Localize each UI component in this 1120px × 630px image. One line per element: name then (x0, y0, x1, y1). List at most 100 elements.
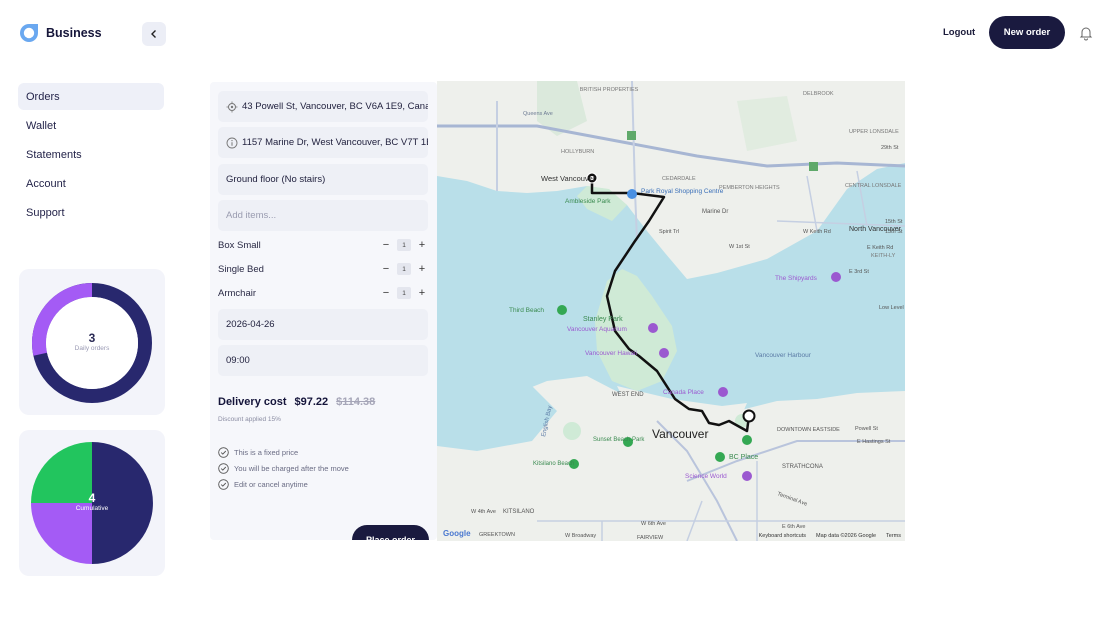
map-label: Powell St (855, 426, 878, 432)
map-canvas[interactable]: BRITISH PROPERTIES Queens Ave HOLLYBURN … (437, 81, 905, 541)
item-name: Box Small (218, 239, 261, 251)
map-label: E 3rd St (849, 269, 869, 275)
map-label: Vancouver (652, 427, 708, 441)
note-row: Edit or cancel anytime (218, 479, 308, 490)
map-label: Science World (685, 473, 727, 480)
increment-button[interactable]: + (416, 263, 428, 275)
note-text: This is a fixed price (234, 448, 299, 457)
sidebar-item-statements[interactable]: Statements (18, 141, 166, 168)
time-field[interactable]: 09:00 (218, 345, 428, 376)
daily-orders-card: 3 Daily orders (19, 269, 165, 415)
map-data-attribution: Map data ©2026 Google (816, 533, 877, 539)
map-label: CENTRAL LONSDALE (845, 183, 902, 189)
decrement-button[interactable]: − (380, 263, 392, 275)
map-label: W Keith Rd (803, 229, 831, 235)
map-label: FAIRVIEW (637, 535, 664, 541)
quantity-value[interactable]: 1 (397, 239, 411, 251)
quantity-stepper: − 1 + (380, 287, 428, 299)
daily-orders-value: 3 (88, 331, 96, 345)
check-circle-icon (218, 479, 229, 490)
pickup-address-value: 43 Powell St, Vancouver, BC V6A 1E9, Can… (242, 101, 428, 112)
item-row: Armchair − 1 + (218, 285, 428, 301)
map-label: KITSILANO (503, 509, 535, 515)
map-label: Stanley Park (583, 316, 623, 323)
map-label: Canada Place (663, 389, 704, 396)
chevron-left-icon (151, 30, 156, 38)
sidebar-nav: Orders Wallet Statements Account Support (18, 83, 166, 228)
increment-button[interactable]: + (416, 239, 428, 251)
brand[interactable]: Business (18, 22, 102, 44)
map-label: 13th St (885, 229, 903, 235)
note-text: You will be charged after the move (234, 464, 349, 473)
map-label: Spirit Trl (659, 229, 679, 235)
decrement-button[interactable]: − (380, 239, 392, 251)
terms-link[interactable]: Terms (886, 533, 901, 539)
map-label: W 6th Ave (641, 521, 666, 527)
map-label: E 6th Ave (782, 524, 805, 530)
map-label: GREEKTOWN (479, 532, 515, 538)
increment-button[interactable]: + (416, 287, 428, 299)
map-label: PEMBERTON HEIGHTS (719, 185, 780, 191)
map-label: E Keith Rd (867, 245, 893, 251)
map-label: 29th St (881, 145, 899, 151)
place-order-button[interactable]: Place order (352, 525, 429, 540)
item-name: Single Bed (218, 263, 264, 275)
google-logo: Google (443, 529, 471, 538)
quantity-value[interactable]: 1 (397, 287, 411, 299)
sidebar-item-orders[interactable]: Orders (18, 83, 164, 110)
map-label: W 4th Ave (471, 509, 496, 515)
dropoff-address-field[interactable]: 1157 Marine Dr, West Vancouver, BC V7T 1… (218, 127, 428, 158)
brand-name: Business (46, 26, 102, 40)
bell-icon[interactable] (1077, 24, 1095, 42)
map-label: UPPER LONSDALE (849, 129, 899, 135)
brand-logo-icon (20, 24, 38, 42)
original-price: $114.38 (336, 396, 376, 408)
quantity-value[interactable]: 1 (397, 263, 411, 275)
collapse-sidebar-button[interactable] (142, 22, 166, 46)
floor-select[interactable]: Ground floor (No stairs) (218, 164, 428, 195)
route-map[interactable]: BRITISH PROPERTIES Queens Ave HOLLYBURN … (437, 81, 905, 541)
new-order-button[interactable]: New order (989, 16, 1065, 49)
check-circle-icon (218, 463, 229, 474)
keyboard-shortcuts-link[interactable]: Keyboard shortcuts (759, 533, 806, 539)
map-label: DELBROOK (803, 91, 834, 97)
map-label: E Hastings St (857, 439, 891, 445)
map-label: Marine Dr (702, 209, 728, 215)
map-label: WEST END (612, 392, 644, 398)
discount-note: Discount applied 15% (218, 416, 281, 423)
sidebar-item-account[interactable]: Account (18, 170, 166, 197)
map-label: Queens Ave (523, 111, 553, 117)
map-label: Vancouver Harbour (755, 352, 812, 359)
cumulative-card: 4 Cumulative (19, 430, 165, 576)
map-label: Vancouver Aquarium (567, 326, 627, 333)
date-field[interactable]: 2026-04-26 (218, 309, 428, 340)
delivery-cost-label: Delivery cost (218, 396, 287, 408)
cumulative-label: Cumulative (75, 505, 109, 512)
location-icon (226, 101, 238, 112)
sidebar-item-wallet[interactable]: Wallet (18, 112, 166, 139)
sidebar-item-support[interactable]: Support (18, 199, 166, 226)
delivery-price: $97.22 (294, 396, 329, 408)
map-label: Vancouver Hawaii (585, 350, 637, 357)
map-label: BRITISH PROPERTIES (580, 87, 639, 93)
map-label: W 1st St (729, 244, 750, 250)
map-label: HOLLYBURN (561, 149, 594, 155)
quantity-stepper: − 1 + (380, 239, 428, 251)
dropoff-address-value: 1157 Marine Dr, West Vancouver, BC V7T 1… (242, 137, 428, 148)
map-label: DOWNTOWN EASTSIDE (777, 427, 840, 433)
map-label: KEITH-LY (871, 253, 896, 259)
map-label: W Broadway (565, 533, 596, 539)
delivery-cost: Delivery cost $97.22 $114.38 (218, 396, 375, 408)
map-label: Sunset Beach Park (593, 437, 645, 443)
decrement-button[interactable]: − (380, 287, 392, 299)
map-label: The Shipyards (775, 275, 818, 282)
add-items-input[interactable]: Add items... (218, 200, 428, 231)
map-footer: Keyboard shortcuts Map data ©2026 Google… (759, 533, 901, 539)
pickup-address-field[interactable]: 43 Powell St, Vancouver, BC V6A 1E9, Can… (218, 91, 428, 122)
map-label: 15th St (885, 219, 903, 225)
note-row: This is a fixed price (218, 447, 298, 458)
logout-link[interactable]: Logout (943, 27, 975, 38)
note-row: You will be charged after the move (218, 463, 349, 474)
info-icon (226, 137, 238, 148)
map-label: Park Royal Shopping Centre (641, 188, 724, 195)
